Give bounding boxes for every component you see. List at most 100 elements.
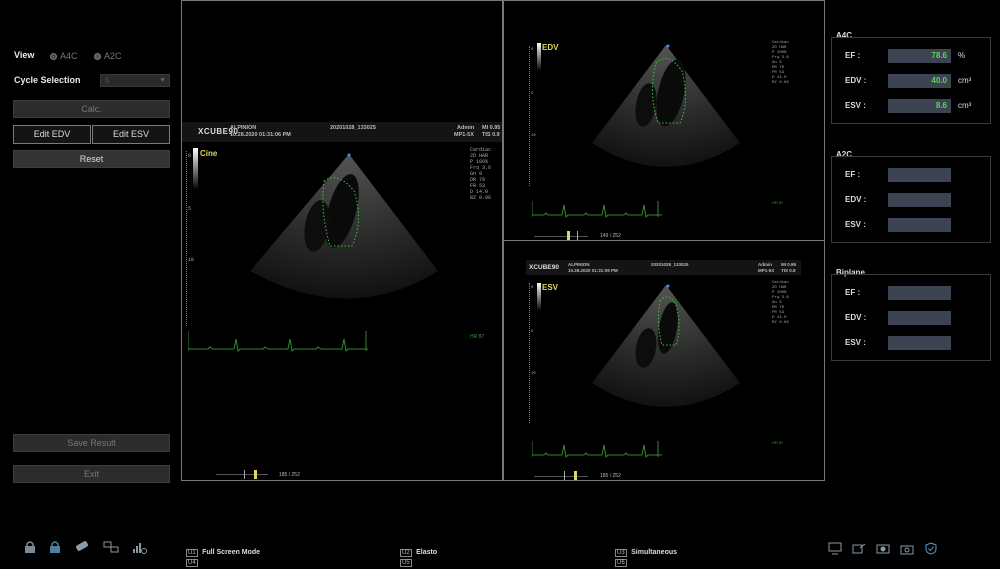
cine-scroll-handle[interactable] bbox=[574, 471, 577, 480]
edv-label: EDV : bbox=[845, 313, 867, 322]
a4c-ef-value: 78.6 bbox=[888, 49, 951, 63]
company-name: ALPINION bbox=[568, 262, 590, 267]
cine-scrollbar[interactable] bbox=[534, 476, 588, 477]
mode-label: ESV bbox=[542, 283, 559, 292]
ef-label: EF : bbox=[845, 288, 861, 297]
esv-label: ESV : bbox=[845, 101, 866, 110]
dicom-send-icon[interactable] bbox=[852, 542, 866, 555]
view-radio-a4c-label: A4C bbox=[60, 51, 78, 61]
depth-tick-10: 10 bbox=[531, 134, 536, 138]
edit-edv-button[interactable]: Edit EDV bbox=[13, 125, 91, 144]
cine-scroll-handle[interactable] bbox=[567, 231, 570, 240]
edv-image-viewport[interactable]: EDV Cardiac 2D HAR P 100% Frq 3.6 Gn 9 D… bbox=[503, 0, 825, 241]
view-label: View bbox=[14, 50, 35, 60]
ecg-trace bbox=[188, 331, 368, 353]
biplane-esv-value bbox=[888, 336, 951, 350]
main-image-viewport[interactable]: XCUBE90 ALPINION 10.28.2020 01:31:06 PM … bbox=[181, 0, 503, 481]
depth-scale bbox=[529, 283, 532, 423]
a4c-results-panel: EF : 78.6 % EDV : 40.0 cm³ ESV : 8.6 cm³ bbox=[831, 37, 991, 124]
u2-label: Elasto bbox=[416, 549, 438, 556]
view-radio-a2c[interactable]: A2C bbox=[94, 51, 122, 61]
company-name: ALPINION bbox=[230, 125, 257, 131]
heart-rate: HR 87 bbox=[772, 200, 784, 205]
a4c-esv-value: 8.6 bbox=[888, 99, 951, 113]
a2c-edv-value bbox=[888, 193, 951, 207]
u5-key: U5 bbox=[400, 559, 412, 567]
biplane-ef-value bbox=[888, 286, 951, 300]
u6-shortcut[interactable]: U6 bbox=[615, 551, 627, 569]
ef-label: EF : bbox=[845, 170, 861, 179]
network-icon[interactable] bbox=[103, 540, 119, 554]
signal-settings-icon[interactable] bbox=[132, 540, 148, 554]
u6-key: U6 bbox=[615, 559, 627, 567]
grayscale-bar bbox=[193, 148, 198, 190]
mode-label: EDV bbox=[542, 43, 559, 52]
echo-sector-image bbox=[592, 284, 740, 407]
lock-icon[interactable] bbox=[24, 540, 36, 554]
exit-button[interactable]: Exit bbox=[13, 465, 170, 483]
frame-counter: 185 / 252 bbox=[600, 473, 621, 479]
cine-scrollbar[interactable] bbox=[216, 474, 268, 475]
ecg-trace bbox=[532, 441, 662, 459]
ef-label: EF : bbox=[845, 51, 861, 60]
cycle-selection-dropdown[interactable]: 5 ▼ bbox=[100, 74, 170, 87]
esv-unit: cm³ bbox=[958, 101, 972, 110]
tis-value: TIS 0.9 bbox=[781, 268, 796, 273]
reset-button[interactable]: Reset bbox=[13, 150, 170, 168]
bottom-icon-tray-left bbox=[24, 540, 148, 554]
monitor-icon[interactable] bbox=[828, 542, 842, 555]
biplane-edv-value bbox=[888, 311, 951, 325]
image-params: Cardiac 2D HAR P 100% Frq 3.6 Gn 9 DR 70… bbox=[772, 41, 789, 86]
depth-tick-0: 0 bbox=[531, 48, 534, 52]
save-result-button[interactable]: Save Result bbox=[13, 434, 170, 452]
echo-sector-image bbox=[592, 44, 740, 167]
depth-tick-0: 0 bbox=[531, 286, 534, 290]
operator-name: Admin bbox=[758, 262, 772, 267]
mi-value: MI 0.95 bbox=[482, 125, 501, 131]
study-id: 20201028_133025 bbox=[651, 262, 689, 267]
esv-image-viewport[interactable]: XCUBE90 ALPINION 10.28.2020 01:31:06 PM … bbox=[503, 240, 825, 481]
edit-esv-button[interactable]: Edit ESV bbox=[92, 125, 170, 144]
image-params: Cardiac 2D HAR P 100% Frq 3.6 Gn 9 DR 70… bbox=[772, 281, 789, 326]
heart-rate: HR 87 bbox=[772, 440, 784, 445]
depth-tick-5: 5 bbox=[531, 92, 534, 96]
depth-tick-5: 5 bbox=[188, 206, 192, 212]
calc-button[interactable]: Calc. bbox=[13, 100, 170, 118]
depth-tick-10: 10 bbox=[531, 372, 536, 376]
param-line: RZ 0.96 bbox=[772, 81, 789, 85]
cine-range-marker bbox=[564, 471, 565, 480]
mode-label: Cine bbox=[200, 149, 218, 158]
image-header-bar: XCUBE90 ALPINION 10.28.2020 01:31:06 PM … bbox=[182, 122, 502, 142]
tis-value: TIS 0.9 bbox=[482, 132, 500, 138]
a2c-ef-value bbox=[888, 168, 951, 182]
radio-selected-icon bbox=[50, 52, 57, 60]
a2c-esv-value bbox=[888, 218, 951, 232]
u4-shortcut[interactable]: U4 bbox=[186, 551, 198, 569]
biplane-results-panel: EF : EDV : ESV : bbox=[831, 274, 991, 361]
echo-sector-image bbox=[250, 153, 438, 299]
depth-scale bbox=[186, 151, 189, 326]
exam-datetime: 10.28.2020 01:31:06 PM bbox=[568, 268, 618, 273]
camera-icon[interactable] bbox=[900, 542, 914, 555]
esv-label: ESV : bbox=[845, 220, 866, 229]
cine-scroll-handle[interactable] bbox=[254, 470, 257, 479]
patient-lock-icon[interactable] bbox=[49, 540, 61, 554]
image-params: Cardiac 2D HAR P 100% Frq 3.6 Gn 9 DR 70… bbox=[470, 147, 491, 201]
view-radio-a2c-label: A2C bbox=[104, 51, 122, 61]
u5-shortcut[interactable]: U5 bbox=[400, 551, 412, 569]
a4c-edv-value: 40.0 bbox=[888, 74, 951, 88]
probe-name: MP1-5X bbox=[454, 132, 474, 138]
probe-icon[interactable] bbox=[74, 540, 90, 554]
mi-value: MI 0.95 bbox=[781, 262, 797, 267]
depth-scale bbox=[529, 46, 532, 186]
exam-datetime: 10.28.2020 01:31:06 PM bbox=[230, 132, 291, 138]
shield-check-icon[interactable] bbox=[924, 542, 938, 555]
cine-scrollbar[interactable] bbox=[534, 236, 588, 237]
depth-tick-0: 0 bbox=[188, 153, 192, 159]
view-radio-a4c[interactable]: A4C bbox=[50, 51, 78, 61]
video-record-icon[interactable] bbox=[876, 542, 890, 555]
heart-rate: HR 87 bbox=[470, 334, 485, 340]
grayscale-bar bbox=[537, 283, 541, 311]
depth-tick-10: 10 bbox=[188, 257, 195, 263]
u4-key: U4 bbox=[186, 559, 198, 567]
